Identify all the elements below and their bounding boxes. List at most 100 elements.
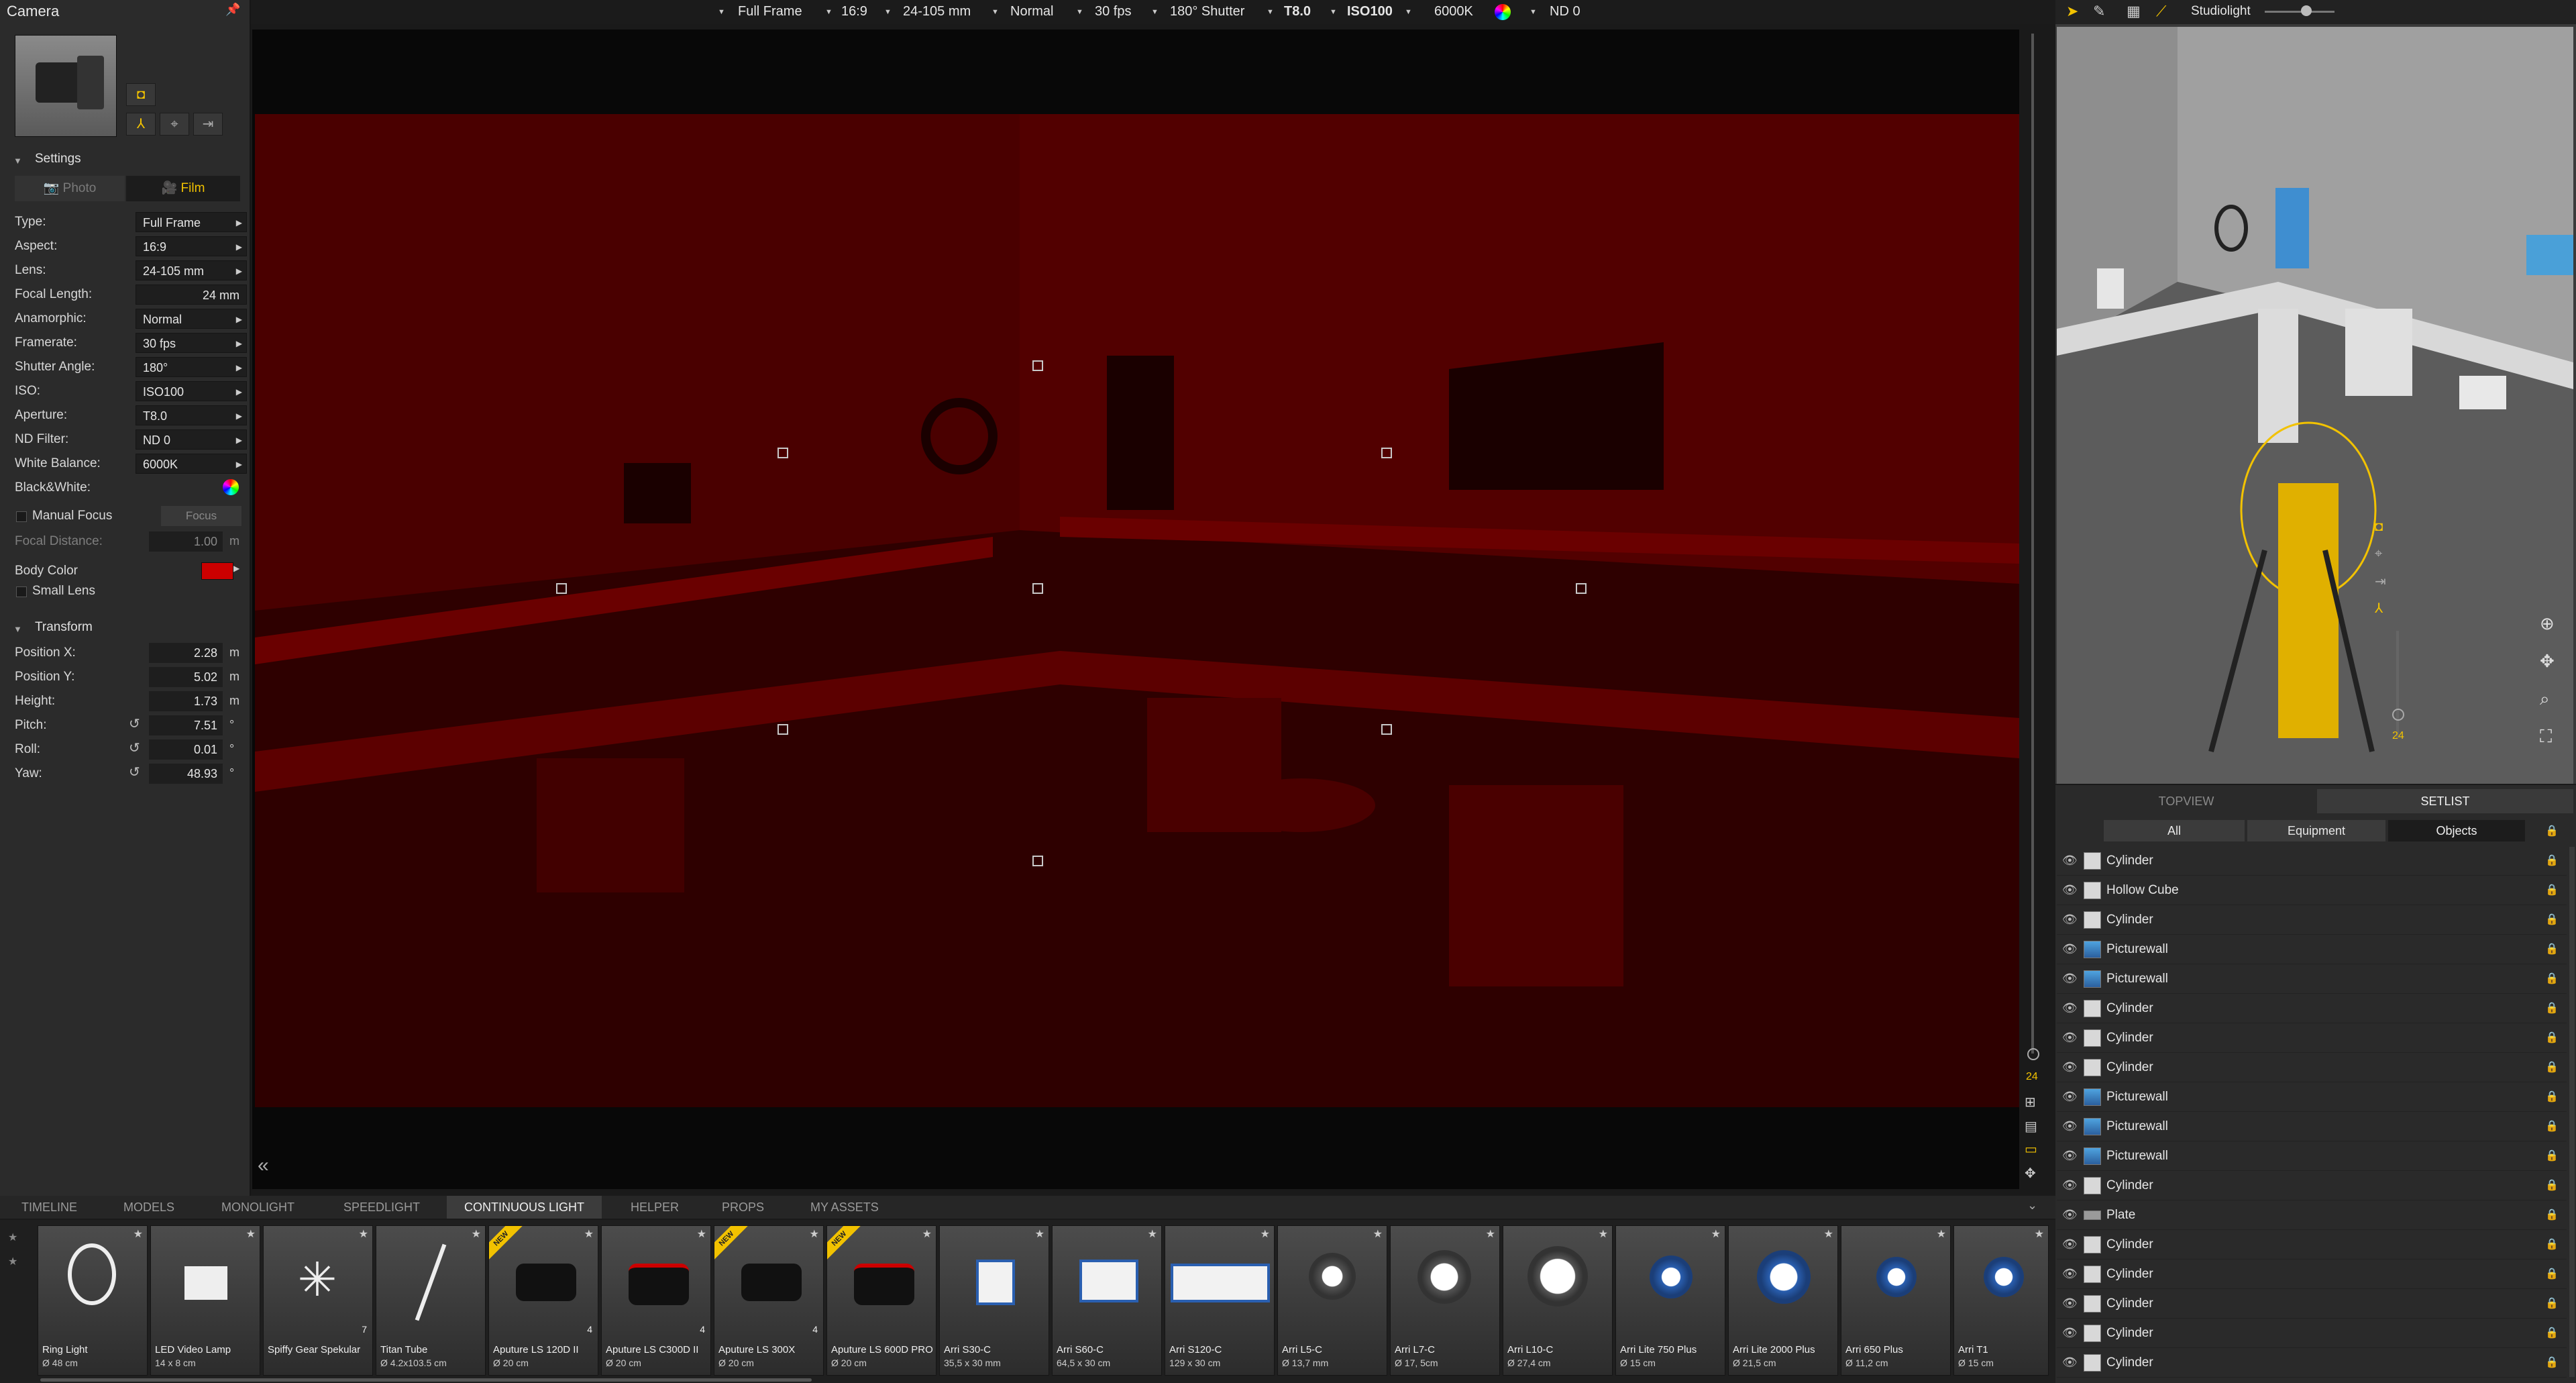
lock-icon[interactable]: 🔒 [2545, 913, 2559, 926]
dropdown-arrow-icon[interactable]: ▼ [1076, 8, 1083, 16]
grid-view-icon[interactable]: ⊞ [2025, 1094, 2036, 1111]
star-icon[interactable]: ★ [2035, 1227, 2044, 1241]
list-item[interactable]: 👁 Cylinder 🔒 [2057, 1290, 2567, 1319]
star-icon[interactable]: ★ [1035, 1227, 1044, 1241]
list-item[interactable]: 👁 Cylinder 🔒 [2057, 994, 2567, 1023]
star-icon[interactable]: ★ [472, 1227, 481, 1241]
star-icon[interactable]: ★ [810, 1227, 819, 1241]
star-icon[interactable]: ★ [584, 1227, 594, 1241]
asset-card[interactable]: ★ Titan Tube Ø 4.2x103.5 cm [376, 1225, 486, 1376]
pencil-icon[interactable]: ✎ [2093, 3, 2105, 20]
orbit-icon[interactable]: ⊕ [2540, 613, 2555, 634]
dropdown-arrow-icon[interactable]: ▼ [991, 8, 999, 16]
lock-icon[interactable]: 🔒 [2545, 1326, 2559, 1339]
eye-icon[interactable]: 👁 [2062, 972, 2078, 986]
pan-icon[interactable]: ✥ [2540, 651, 2555, 672]
pin-icon[interactable]: 📌 [225, 3, 240, 17]
collapse-transform-icon[interactable]: ▼ [13, 624, 22, 634]
dropdown-arrow-icon[interactable]: ▼ [1267, 8, 1274, 16]
lock-icon[interactable]: 🔒 [2545, 1208, 2559, 1221]
small-lens-checkbox[interactable] [16, 586, 27, 597]
lock-icon[interactable]: 🔒 [2545, 1031, 2559, 1044]
toolbar-aspect[interactable]: 16:9 [841, 0, 867, 24]
body-color-swatch[interactable] [201, 562, 233, 580]
list-item[interactable]: 👁 Cylinder 🔒 [2057, 847, 2567, 876]
aspect-select[interactable]: 16:9 ▶ [136, 236, 247, 256]
tab-setlist[interactable]: SETLIST [2317, 789, 2573, 813]
focal-distance-field[interactable]: 1.00 [149, 531, 223, 552]
asset-card[interactable]: ★ ✳ 7 Spiffy Gear Spekular [263, 1225, 373, 1376]
select-tool-icon[interactable]: ➤ [2066, 3, 2078, 20]
position-x-field[interactable]: 2.28 [149, 643, 223, 663]
zoom-slider-track[interactable] [2396, 631, 2399, 738]
toolbar-iso[interactable]: ISO100 [1347, 0, 1393, 24]
eye-icon[interactable]: 👁 [2062, 1296, 2078, 1311]
eye-icon[interactable]: 👁 [2062, 854, 2078, 868]
lock-icon[interactable]: 🔒 [2545, 1060, 2559, 1074]
tab-helper[interactable]: HELPER [631, 1196, 679, 1219]
white-balance-select[interactable]: 6000K ▶ [136, 454, 247, 474]
axis-icon[interactable]: ⅄ [2375, 600, 2383, 617]
list-item[interactable]: 👁 Picturewall 🔒 [2057, 935, 2567, 964]
asset-card[interactable]: ★ Arri L10-C Ø 27,4 cm [1503, 1225, 1613, 1376]
eye-icon[interactable]: 👁 [2062, 1326, 2078, 1340]
lock-icon[interactable]: 🔒 [2545, 1149, 2559, 1162]
focal-length-field[interactable]: 24 mm [136, 285, 247, 305]
star-icon[interactable]: ★ [246, 1227, 256, 1241]
axis-icon[interactable]: ⅄ [126, 113, 156, 136]
color-wheel-icon[interactable] [1495, 4, 1511, 20]
reset-pitch-icon[interactable]: ↺ [129, 715, 140, 732]
collapse-left-icon[interactable]: « [258, 1154, 269, 1177]
favorite-filter-icon[interactable]: ★ [8, 1255, 17, 1268]
dropdown-arrow-icon[interactable]: ▼ [718, 8, 725, 16]
toolbar-shutter[interactable]: 180° Shutter [1170, 0, 1244, 24]
film-strip-icon[interactable]: ▤ [2025, 1118, 2037, 1135]
render-view[interactable] [255, 114, 2019, 1107]
navigate-icon[interactable]: ✥ [2025, 1165, 2036, 1182]
toolbar-framerate[interactable]: 30 fps [1095, 0, 1131, 24]
eye-icon[interactable]: 👁 [2062, 1355, 2078, 1370]
dropdown-arrow-icon[interactable]: ▼ [825, 8, 833, 16]
list-item[interactable]: 👁 Cylinder 🔒 [2057, 1024, 2567, 1053]
list-item[interactable]: 👁 Cylinder 🔒 [2057, 1260, 2567, 1289]
zoom-slider-track[interactable] [2031, 34, 2034, 1054]
eye-icon[interactable]: 👁 [2062, 1237, 2078, 1251]
list-item[interactable]: 👁 Picturewall 🔒 [2057, 1113, 2567, 1141]
list-item[interactable]: 👁 Cylinder 🔒 [2057, 906, 2567, 935]
filter-equipment[interactable]: Equipment [2247, 820, 2385, 841]
list-item[interactable]: 👁 Cylinder 🔒 [2057, 1054, 2567, 1082]
mode-photo-tab[interactable]: 📷 Photo [15, 176, 125, 201]
list-item[interactable]: 👁 Cylinder 🔒 [2057, 1349, 2567, 1378]
dropdown-arrow-icon[interactable]: ▼ [884, 8, 892, 16]
star-icon[interactable]: ★ [1373, 1227, 1383, 1241]
star-icon[interactable]: ★ [1260, 1227, 1270, 1241]
list-item[interactable]: 👁 Hollow Cube 🔒 [2057, 876, 2567, 905]
eye-icon[interactable]: 👁 [2062, 1267, 2078, 1281]
camera-rig[interactable] [2278, 483, 2339, 738]
tab-continuous-light[interactable]: CONTINUOUS LIGHT [447, 1196, 602, 1219]
toolbar-white-balance[interactable]: 6000K [1434, 0, 1473, 24]
roll-field[interactable]: 0.01 [149, 739, 223, 760]
move-icon[interactable]: ⇥ [2375, 573, 2386, 590]
star-icon[interactable]: ★ [1711, 1227, 1721, 1241]
list-item[interactable]: 👁 Picturewall 🔒 [2057, 965, 2567, 994]
type-select[interactable]: Full Frame ▶ [136, 212, 247, 232]
asset-card[interactable]: ★ Arri 650 Plus Ø 11,2 cm [1841, 1225, 1951, 1376]
star-icon[interactable]: ★ [1824, 1227, 1833, 1241]
tab-timeline[interactable]: TIMELINE [21, 1196, 77, 1219]
dropdown-arrow-icon[interactable]: ▼ [1330, 8, 1337, 16]
lock-icon[interactable]: 🔒 [2545, 972, 2559, 985]
zoom-slider-handle[interactable] [2027, 1048, 2039, 1060]
lock-icon[interactable]: 🔒 [2545, 1119, 2559, 1133]
star-icon[interactable]: ★ [1486, 1227, 1495, 1241]
asset-card[interactable]: ★ Arri L5-C Ø 13,7 mm [1277, 1225, 1387, 1376]
position-y-field[interactable]: 5.02 [149, 667, 223, 687]
tab-models[interactable]: MODELS [123, 1196, 174, 1219]
anamorphic-select[interactable]: Normal ▶ [136, 309, 247, 329]
star-icon[interactable]: ★ [697, 1227, 706, 1241]
list-item[interactable]: 👁 Cylinder 🔒 [2057, 1231, 2567, 1260]
asset-card[interactable]: ★ Arri S120-C 129 x 30 cm [1165, 1225, 1275, 1376]
lock-icon[interactable]: 🔒 [2545, 1355, 2559, 1369]
list-item[interactable]: 👁 Cylinder 🔒 [2057, 1319, 2567, 1348]
tab-topview[interactable]: TOPVIEW [2057, 789, 2316, 813]
